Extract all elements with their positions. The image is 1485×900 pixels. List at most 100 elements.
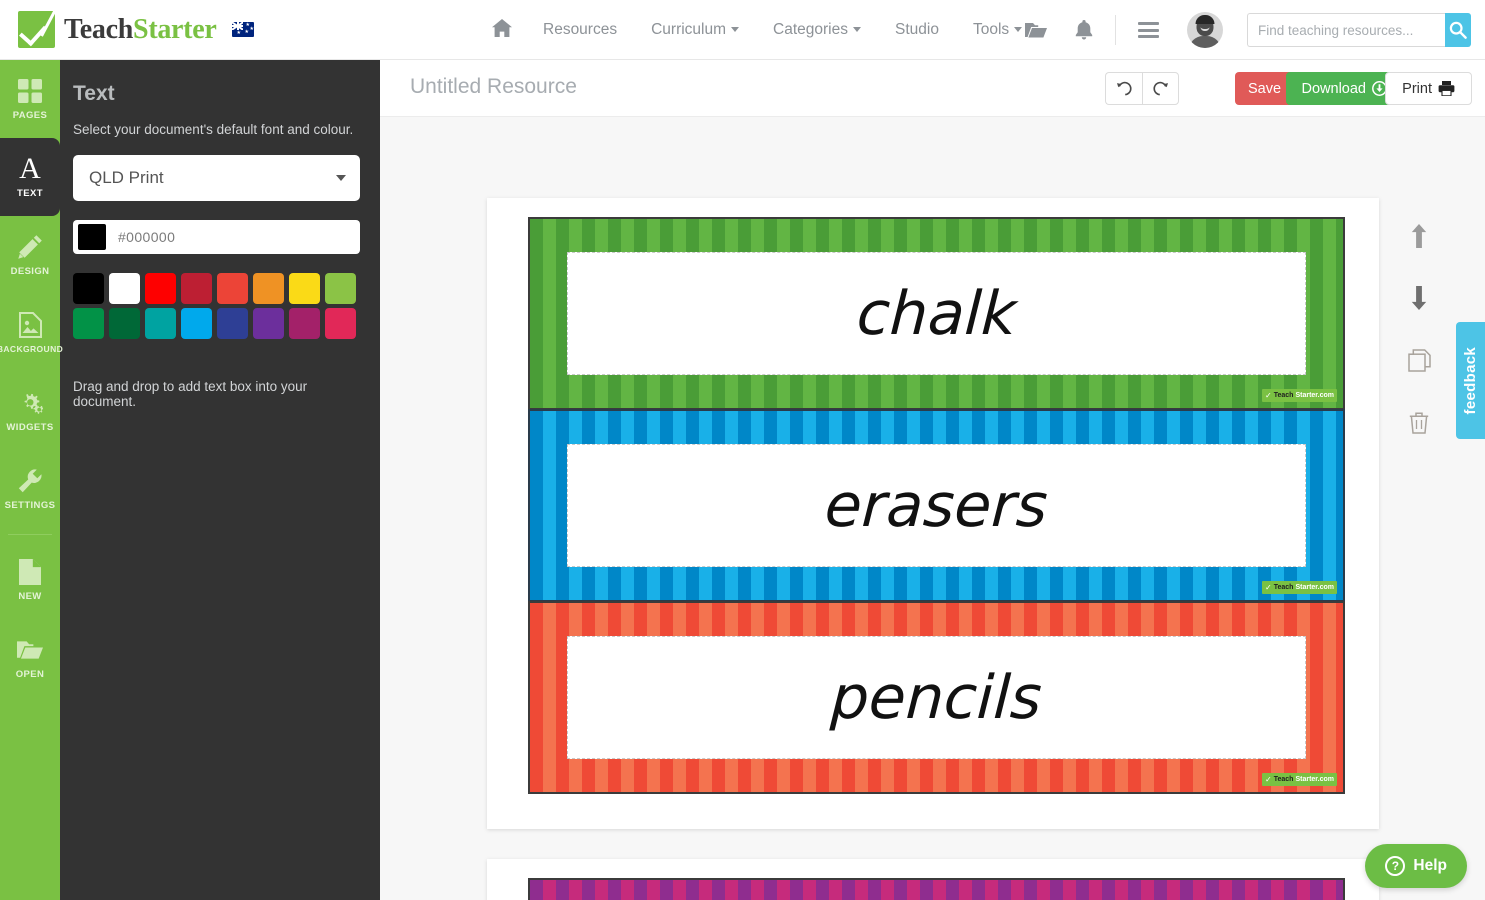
watermark-text-part1: Teach (1273, 391, 1294, 399)
document-canvas[interactable]: chalk ✓ Teach Starter.com erasers ✓ Teach Start… (380, 117, 1485, 900)
rail-label: BACKGROUND (0, 344, 64, 354)
rail-item-text[interactable]: A TEXT (0, 138, 60, 216)
folder-icon[interactable] (1011, 0, 1061, 60)
rail-label: DESIGN (10, 265, 50, 277)
colour-swatch[interactable] (109, 273, 140, 304)
rail-item-new[interactable]: NEW (0, 541, 60, 619)
brand-logo[interactable]: TeachStarter ★ ★ ★ ★ (18, 11, 255, 48)
watermark-text-part2: Starter.com (1295, 583, 1334, 591)
colour-swatch[interactable] (145, 308, 176, 339)
label-card-word: chalk (855, 278, 1018, 349)
help-label: Help (1413, 857, 1447, 874)
print-button[interactable]: Print (1385, 72, 1472, 105)
document-title[interactable]: Untitled Resource (410, 75, 577, 99)
undo-button[interactable] (1105, 72, 1142, 105)
nav-label: Studio (895, 21, 939, 38)
move-down-icon[interactable] (1397, 267, 1441, 329)
colour-swatch[interactable] (217, 308, 248, 339)
new-file-icon (17, 558, 43, 585)
redo-button[interactable] (1142, 72, 1179, 105)
image-icon (17, 312, 43, 338)
chevron-down-icon (336, 175, 346, 181)
colour-field[interactable]: #000000 (73, 220, 360, 254)
nav-home-link[interactable] (478, 0, 526, 60)
colour-hex-value: #000000 (118, 229, 176, 245)
brand-name: TeachStarter (64, 14, 217, 46)
document-page-1[interactable]: chalk ✓ Teach Starter.com erasers ✓ Teach Start… (487, 198, 1379, 829)
avatar[interactable] (1173, 0, 1237, 60)
watermark-text-part2: Starter.com (1295, 391, 1334, 399)
watermark-text-part2: Starter.com (1295, 775, 1334, 783)
panel-subtitle: Select your document's default font and … (73, 122, 354, 137)
delete-icon[interactable] (1397, 391, 1441, 453)
left-tool-rail: PAGES A TEXT DESIGN BACKGROUND WIDGETS S… (0, 60, 64, 900)
nav-label: Tools (972, 21, 1010, 38)
checkmark-logo-icon (18, 11, 55, 48)
label-card-textbox[interactable]: pencils (567, 636, 1306, 759)
rail-item-background[interactable]: BACKGROUND (0, 294, 64, 372)
bell-icon[interactable] (1061, 0, 1107, 60)
move-up-icon[interactable] (1397, 205, 1441, 267)
rail-label: SETTINGS (4, 499, 56, 511)
download-label: Download (1301, 80, 1367, 97)
document-page-2[interactable]: ✓TeachStarter.com (487, 859, 1379, 900)
rail-item-settings[interactable]: SETTINGS (0, 450, 60, 528)
colour-swatch[interactable] (73, 308, 104, 339)
drag-drop-hint: Drag and drop to add text box into your … (73, 379, 308, 409)
question-mark-icon: ? (1385, 856, 1406, 876)
panel-title: Text (73, 82, 115, 105)
rail-divider (8, 534, 52, 535)
rail-label: OPEN (15, 668, 45, 680)
home-icon (492, 19, 512, 37)
label-card[interactable]: erasers ✓ Teach Starter.com (528, 409, 1345, 602)
chevron-down-icon (731, 27, 740, 32)
open-folder-icon (17, 637, 43, 663)
rail-item-widgets[interactable]: WIDGETS (0, 372, 60, 450)
colour-swatch[interactable] (289, 273, 320, 304)
nav-item-studio[interactable]: Studio (878, 0, 956, 60)
nav-label: Curriculum (651, 21, 727, 38)
search-container (1247, 13, 1471, 47)
label-card[interactable]: ✓TeachStarter.com (528, 878, 1345, 900)
feedback-label: feedback (1462, 346, 1479, 415)
colour-swatch[interactable] (217, 273, 248, 304)
help-button[interactable]: ? Help (1365, 844, 1467, 888)
colour-swatch[interactable] (145, 273, 176, 304)
rail-item-open[interactable]: OPEN (0, 619, 60, 697)
label-card-textbox[interactable]: erasers (567, 444, 1306, 567)
feedback-tab[interactable]: feedback (1456, 322, 1485, 439)
search-button[interactable] (1445, 13, 1471, 47)
colour-swatch[interactable] (325, 308, 356, 339)
rail-label: NEW (18, 590, 42, 602)
chevron-down-icon (853, 27, 861, 32)
label-card-textbox[interactable]: chalk (567, 252, 1306, 375)
colour-swatch[interactable] (289, 308, 320, 339)
label-card[interactable]: chalk ✓ Teach Starter.com (528, 217, 1345, 410)
hamburger-icon[interactable] (1124, 0, 1173, 60)
rail-label: PAGES (12, 109, 48, 121)
colour-swatch[interactable] (73, 273, 104, 304)
font-select-value: QLD Print (89, 168, 164, 187)
nav-item-categories[interactable]: Categories (756, 0, 878, 60)
colour-swatch[interactable] (181, 308, 212, 339)
rail-item-design[interactable]: DESIGN (0, 216, 60, 294)
watermark-check-icon: ✓ (1265, 582, 1272, 592)
document-toolbar: Untitled Resource Save Download Print (380, 60, 1485, 117)
colour-swatch[interactable] (253, 308, 284, 339)
colour-swatch[interactable] (109, 308, 140, 339)
label-card-word: erasers (823, 470, 1050, 541)
label-card[interactable]: pencils ✓ Teach Starter.com (528, 601, 1345, 794)
teachstarter-watermark: ✓ Teach Starter.com (1262, 581, 1337, 594)
colour-swatch[interactable] (253, 273, 284, 304)
search-input[interactable] (1247, 13, 1445, 47)
duplicate-icon[interactable] (1397, 329, 1441, 391)
font-select[interactable]: QLD Print (73, 155, 360, 201)
rail-item-pages[interactable]: PAGES (0, 60, 60, 138)
colour-swatch[interactable] (181, 273, 212, 304)
nav-item-resources[interactable]: Resources (526, 0, 634, 60)
top-navigation-bar: TeachStarter ★ ★ ★ ★ Resources Curriculu… (0, 0, 1485, 60)
save-label: Save (1247, 80, 1282, 97)
object-tools (1397, 205, 1441, 453)
nav-item-curriculum[interactable]: Curriculum (634, 0, 756, 60)
colour-swatch[interactable] (325, 273, 356, 304)
